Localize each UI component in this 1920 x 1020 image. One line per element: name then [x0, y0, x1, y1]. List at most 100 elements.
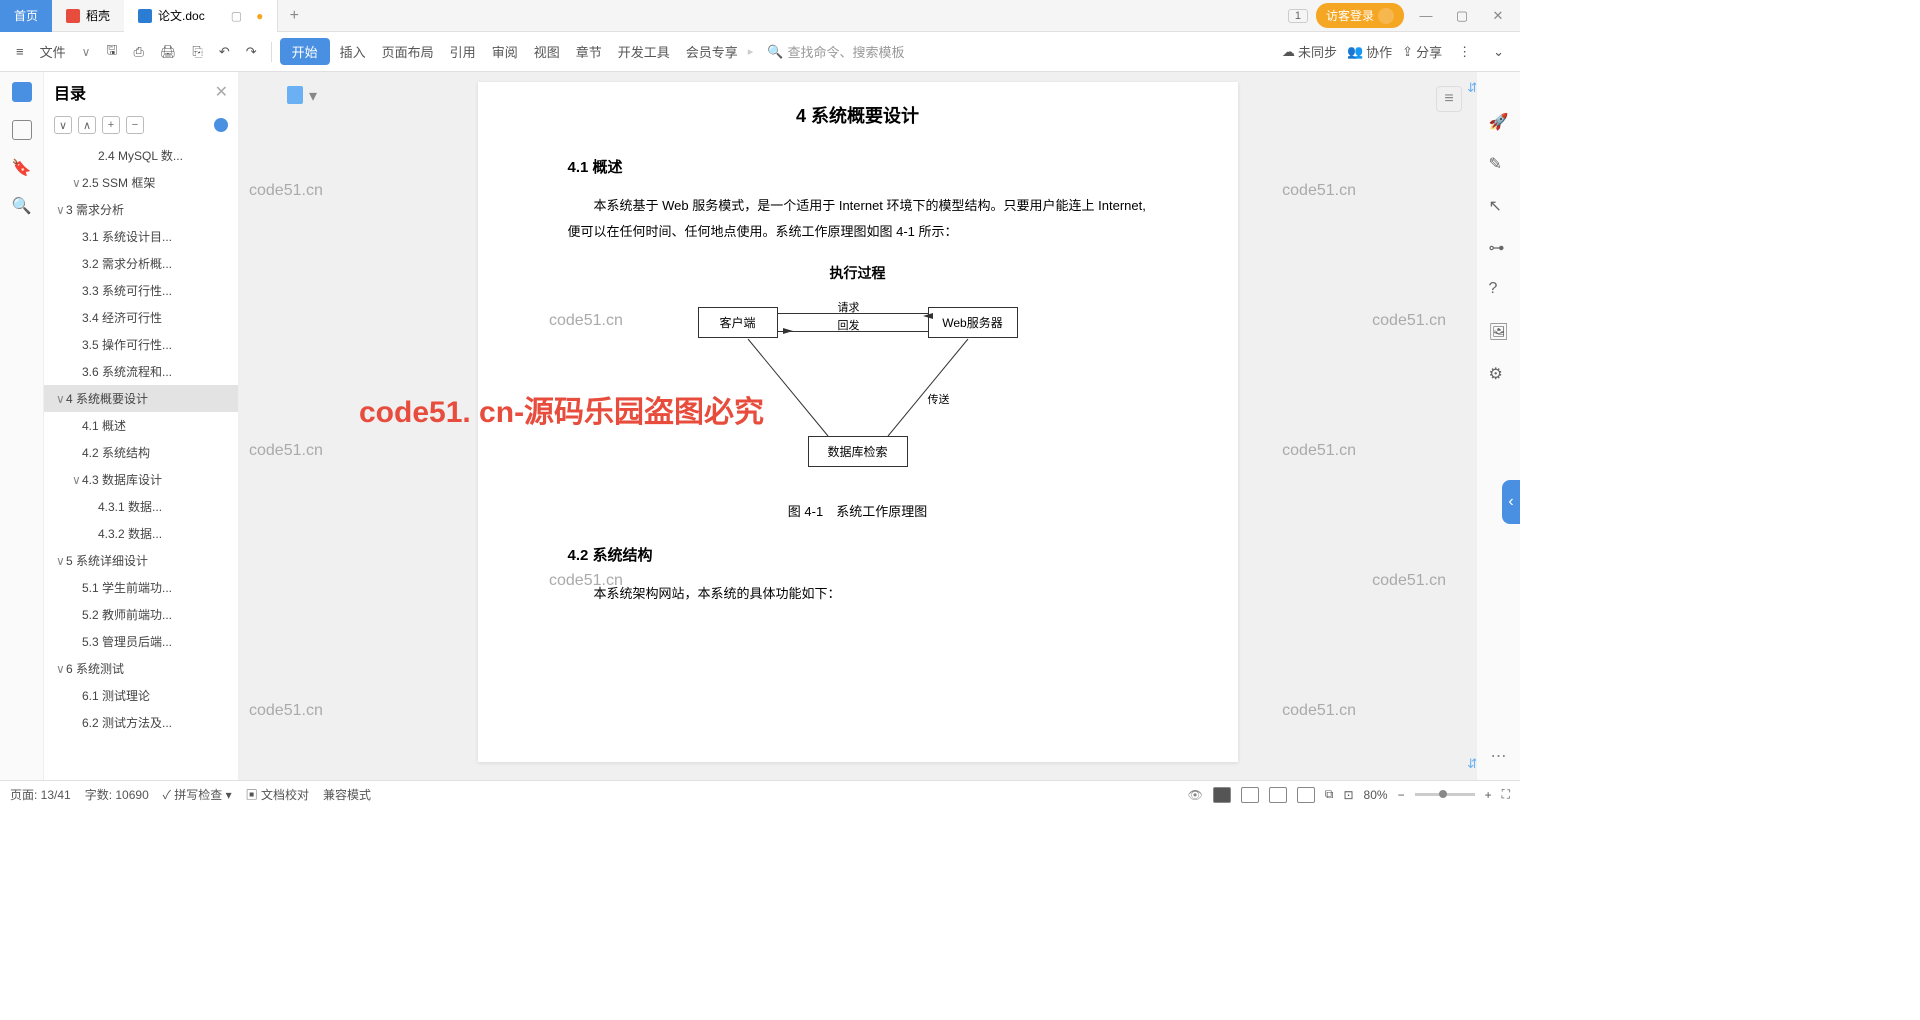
view-double-icon[interactable] [1297, 787, 1315, 803]
menu-button[interactable]: ≡ [10, 40, 30, 63]
search-rail-icon[interactable]: 🔍 [12, 196, 32, 216]
file-menu[interactable]: 文件 [34, 38, 72, 65]
status-page[interactable]: 页面: 13/41 [10, 786, 71, 803]
tab-member[interactable]: 会员专享 [680, 38, 744, 65]
tab-home[interactable]: 首页 [0, 0, 52, 32]
heading-42: 4.2 系统结构 [568, 544, 1148, 565]
fullscreen-icon[interactable]: ⛶ [1502, 787, 1510, 802]
doc-icon[interactable] [287, 86, 303, 104]
tab-pagelayout[interactable]: 页面布局 [376, 38, 440, 65]
image-icon[interactable]: 🖼 [1489, 322, 1509, 342]
collab-button[interactable]: 👥协作 [1347, 42, 1392, 61]
status-proofread[interactable]: ▣ 文档校对 [246, 786, 309, 803]
zoom-out-button[interactable]: − [1398, 788, 1405, 802]
add-heading-button[interactable]: + [102, 116, 120, 134]
new-tab-button[interactable]: + [278, 7, 310, 25]
outline-item[interactable]: 4.3.2 数据... [44, 520, 238, 547]
preview-icon[interactable]: ⎘ [186, 40, 208, 64]
tab-chapter[interactable]: 章节 [570, 38, 608, 65]
tag-icon[interactable]: 🔖 [12, 158, 32, 178]
scroll-bottom-icon[interactable]: ⇵ [1467, 756, 1476, 772]
outline-item[interactable]: 3.2 需求分析概... [44, 250, 238, 277]
scroll-top-icon[interactable]: ⇵ [1467, 80, 1476, 96]
collapse-ribbon-icon[interactable]: ⌄ [1487, 40, 1510, 64]
watermark: code51.cn [1372, 312, 1446, 330]
status-spellcheck[interactable]: ✓ 拼写检查 ▾ [163, 786, 232, 803]
view-page-icon[interactable] [1213, 787, 1231, 803]
outline-icon[interactable] [12, 82, 32, 102]
outline-item[interactable]: 4.3.1 数据... [44, 493, 238, 520]
close-button[interactable]: ✕ [1484, 8, 1512, 24]
outline-item[interactable]: 3.5 操作可行性... [44, 331, 238, 358]
outline-item[interactable]: 2.4 MySQL 数... [44, 142, 238, 169]
outline-item[interactable]: ∨2.5 SSM 框架 [44, 169, 238, 196]
diagram-db-box: 数据库检索 [808, 436, 908, 467]
search-box[interactable]: 🔍 查找命令、搜索模板 [767, 42, 904, 61]
outline-item[interactable]: ∨6 系统测试 [44, 655, 238, 682]
outline-item[interactable]: 4.1 概述 [44, 412, 238, 439]
tab-review[interactable]: 审阅 [486, 38, 524, 65]
zoom-icon[interactable]: ⊡ [1343, 788, 1353, 802]
view-outline-icon[interactable] [1241, 787, 1259, 803]
help-icon[interactable]: ? [1489, 280, 1509, 300]
more-icon[interactable]: ⋮ [1452, 40, 1477, 64]
tab-view[interactable]: 视图 [528, 38, 566, 65]
settings-icon[interactable]: ⊶ [1489, 238, 1509, 258]
outline-item[interactable]: ∨4 系统概要设计 [44, 385, 238, 412]
outline-item[interactable]: 5.1 学生前端功... [44, 574, 238, 601]
tab-reference[interactable]: 引用 [444, 38, 482, 65]
outline-item[interactable]: ∨3 需求分析 [44, 196, 238, 223]
dot-icon: ● [256, 9, 263, 23]
outline-item[interactable]: 6.1 测试理论 [44, 682, 238, 709]
tab-insert[interactable]: 插入 [334, 38, 372, 65]
share-button[interactable]: ⇪分享 [1402, 42, 1442, 61]
outline-item[interactable]: 6.2 测试方法及... [44, 709, 238, 736]
outline-item[interactable]: 3.3 系统可行性... [44, 277, 238, 304]
expand-all-button[interactable]: ∧ [78, 116, 96, 134]
collapse-right-button[interactable]: ‹ [1502, 480, 1520, 524]
tab-docao[interactable]: 稻壳 [52, 0, 124, 32]
sync-button[interactable]: ☁未同步 [1282, 42, 1337, 61]
outline-settings-icon[interactable] [214, 118, 228, 132]
collapse-all-button[interactable]: ∨ [54, 116, 72, 134]
print-icon[interactable]: 🖨 [154, 40, 183, 64]
outline-item[interactable]: 3.6 系统流程和... [44, 358, 238, 385]
view-eye-icon[interactable]: 👁 [1188, 788, 1203, 802]
outline-item[interactable]: ∨4.3 数据库设计 [44, 466, 238, 493]
gear-icon[interactable]: ⚙ [1489, 364, 1509, 384]
zoom-slider[interactable] [1415, 793, 1475, 796]
document-area[interactable]: ▾ ≡ 4 系统概要设计 4.1 概述 本系统基于 Web 服务模式，是一个适用… [239, 72, 1476, 780]
remove-heading-button[interactable]: − [126, 116, 144, 134]
status-compat[interactable]: 兼容模式 [323, 786, 371, 803]
outline-item[interactable]: 3.4 经济可行性 [44, 304, 238, 331]
outline-item[interactable]: 3.1 系统设计目... [44, 223, 238, 250]
redo-icon[interactable]: ↷ [240, 40, 263, 64]
outline-close-button[interactable]: ✕ [215, 82, 228, 102]
status-words[interactable]: 字数: 10690 [85, 786, 149, 803]
guest-login-button[interactable]: 访客登录 [1316, 3, 1404, 28]
cursor-icon[interactable]: ↖ [1489, 196, 1509, 216]
outline-item[interactable]: 4.2 系统结构 [44, 439, 238, 466]
zoom-value[interactable]: 80% [1364, 788, 1388, 802]
export-icon[interactable]: ⎙ [127, 40, 149, 64]
tab-document[interactable]: 论文.doc ▢ ● [124, 0, 278, 32]
pen-icon[interactable]: ✎ [1489, 154, 1509, 174]
doc-dropdown-icon[interactable]: ▾ [309, 86, 317, 104]
view-split-icon[interactable]: ⧉ [1325, 787, 1334, 802]
tab-devtools[interactable]: 开发工具 [612, 38, 676, 65]
outline-item[interactable]: ∨5 系统详细设计 [44, 547, 238, 574]
undo-icon[interactable]: ↶ [213, 40, 236, 64]
tab-start[interactable]: 开始 [280, 38, 330, 65]
view-web-icon[interactable] [1269, 787, 1287, 803]
rocket-icon[interactable]: 🚀 [1489, 112, 1509, 132]
zoom-in-button[interactable]: + [1485, 788, 1492, 802]
save-icon[interactable]: 🖫 [100, 37, 123, 67]
filter-button[interactable]: ≡ [1436, 86, 1462, 112]
outline-item[interactable]: 5.3 管理员后端... [44, 628, 238, 655]
outline-item[interactable]: 5.2 教师前端功... [44, 601, 238, 628]
maximize-button[interactable]: ▢ [1448, 8, 1476, 24]
bookmark-icon[interactable] [12, 120, 32, 140]
minimize-button[interactable]: — [1412, 8, 1440, 23]
more-tools-icon[interactable]: ⋯ [1491, 746, 1507, 766]
page-indicator[interactable]: 1 [1288, 9, 1308, 23]
